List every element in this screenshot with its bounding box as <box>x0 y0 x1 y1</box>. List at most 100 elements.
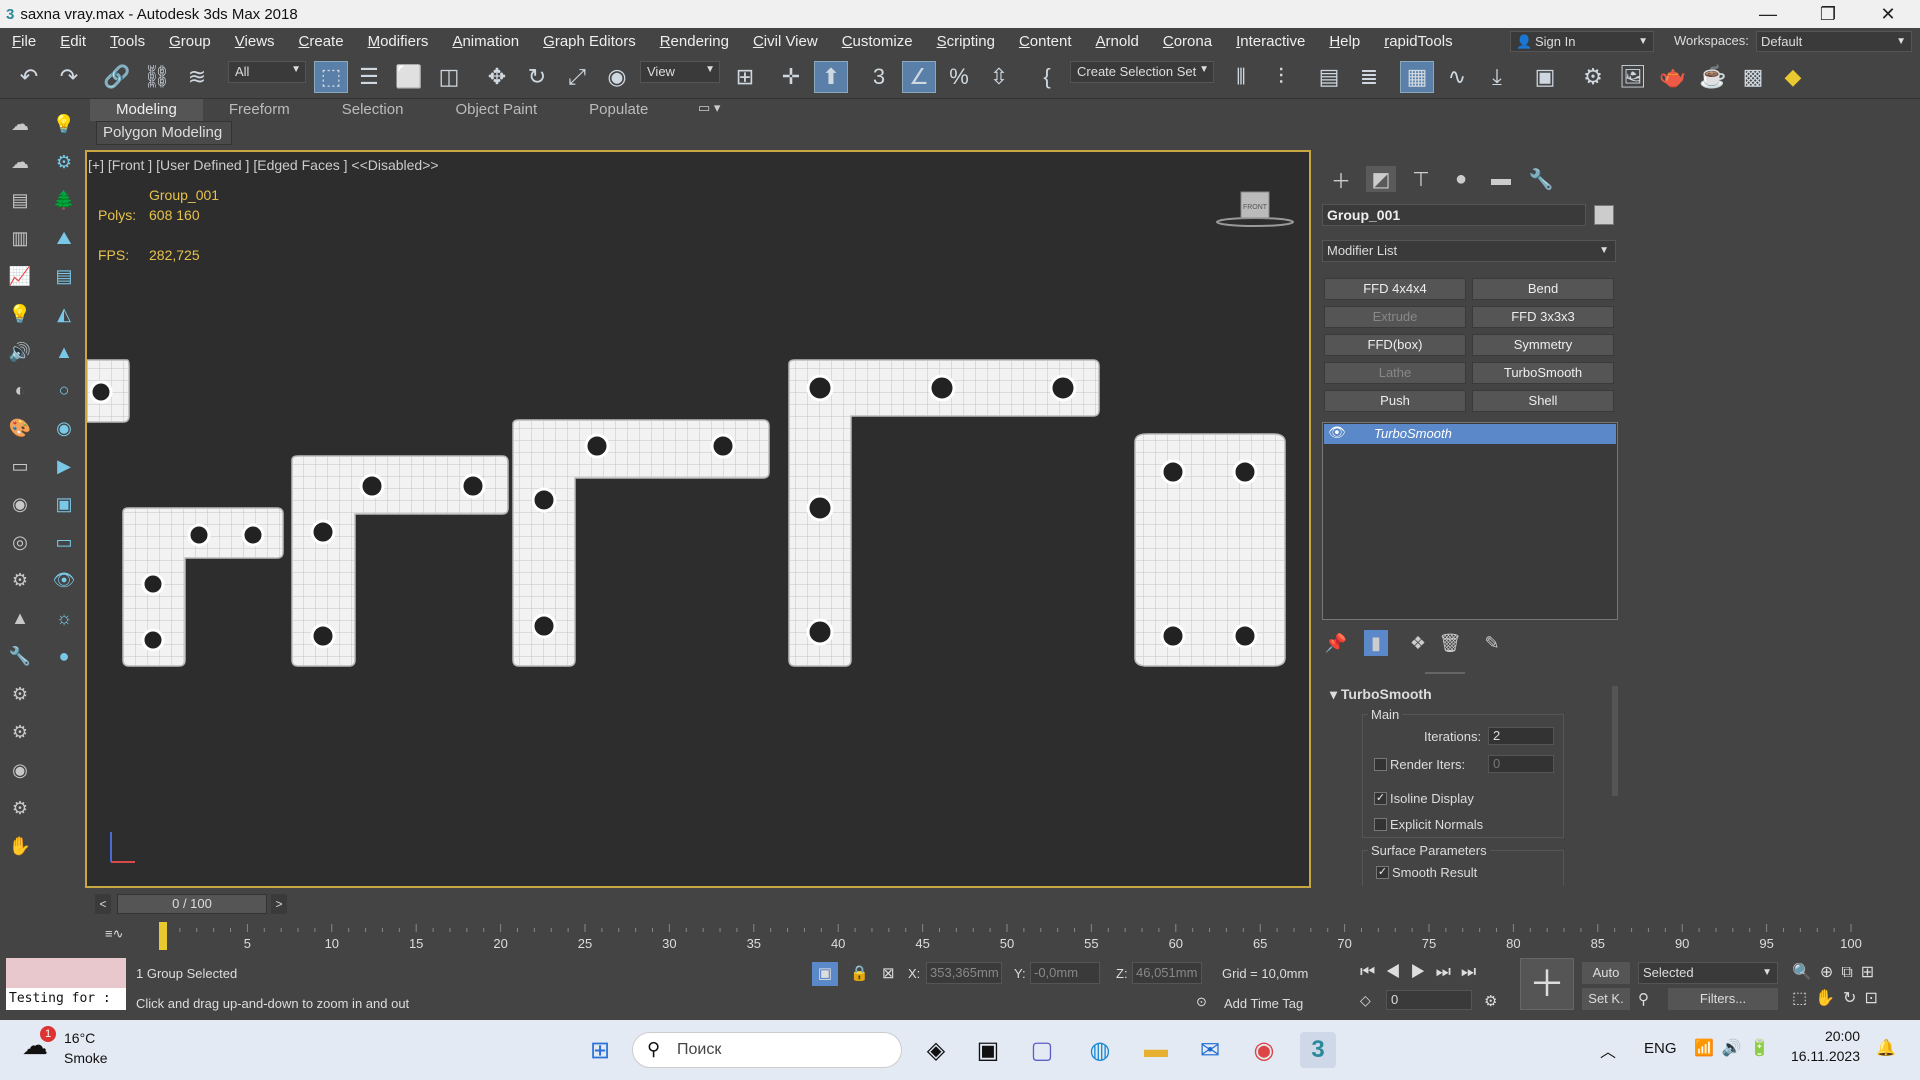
light-icon[interactable]: 💡 <box>50 110 78 138</box>
modifier-button-symmetry[interactable]: Symmetry <box>1472 334 1614 356</box>
unlink-icon[interactable]: ⛓ <box>140 61 174 93</box>
hand-icon[interactable]: ✋ <box>6 832 34 860</box>
prev-frame-button[interactable]: < <box>95 894 111 914</box>
set-key-mode-button[interactable]: Set K. <box>1582 988 1630 1010</box>
menu-interactive[interactable]: Interactive <box>1224 28 1317 55</box>
time-tag-icon[interactable]: ⊙ <box>1196 994 1207 1010</box>
time-config-icon[interactable]: ⚙ <box>1484 992 1497 1010</box>
panel-icon[interactable]: ▤ <box>6 186 34 214</box>
windows-start-icon[interactable]: ⊞ <box>582 1032 618 1068</box>
modifier-button-push[interactable]: Push <box>1324 390 1466 412</box>
object-name-field[interactable]: Group_001 <box>1322 204 1586 226</box>
render-iters-spinner[interactable]: 0 <box>1488 755 1554 773</box>
pyramid-icon[interactable]: ▲ <box>6 604 34 632</box>
gear-icon[interactable]: ⚙ <box>50 148 78 176</box>
isoline-display-checkbox[interactable]: ✓ <box>1374 792 1387 805</box>
viewport-label[interactable]: [+] [Front ] [User Defined ] [Edged Face… <box>88 157 439 173</box>
select-manipulate-icon[interactable]: ✛ <box>774 61 808 93</box>
motion-tab-icon[interactable]: ● <box>1446 166 1476 192</box>
select-by-name-icon[interactable]: ☰ <box>352 61 386 93</box>
maxscript-listener-pink[interactable] <box>6 958 126 988</box>
eye-icon[interactable]: 👁 <box>50 566 78 594</box>
target-icon[interactable]: ◎ <box>6 528 34 556</box>
render-active-icon[interactable]: ☕ <box>1696 61 1730 93</box>
absolute-mode-icon[interactable]: ⊠ <box>882 964 895 982</box>
menu-create[interactable]: Create <box>287 28 356 55</box>
viewcube[interactable]: FRONT <box>1216 191 1294 227</box>
modifier-button-ffd-3x3x3[interactable]: FFD 3x3x3 <box>1472 306 1614 328</box>
menu-help[interactable]: Help <box>1317 28 1372 55</box>
menu-modifiers[interactable]: Modifiers <box>356 28 441 55</box>
bulb-icon[interactable]: 💡 <box>6 300 34 328</box>
reference-coordinate-dropdown[interactable]: View ▼ <box>640 61 720 83</box>
sky-icon[interactable]: ☁ <box>6 148 34 176</box>
settings-icon[interactable]: ⚙ <box>6 794 34 822</box>
viewport-nav-icons-top[interactable]: 🔍⊕⧉⊞ <box>1792 962 1882 982</box>
list-icon[interactable]: ▥ <box>6 224 34 252</box>
menu-civil-view[interactable]: Civil View <box>741 28 830 55</box>
trackbar[interactable]: ≡∿ 0510152025303540455055606570758085909… <box>85 920 1920 954</box>
modifier-button-ffd-box-[interactable]: FFD(box) <box>1324 334 1466 356</box>
palette-icon[interactable]: 🎨 <box>6 414 34 442</box>
tray-chevron-icon[interactable]: ︿ <box>1600 1038 1616 1062</box>
frame-icon[interactable]: ▭ <box>50 528 78 556</box>
menu-group[interactable]: Group <box>157 28 223 55</box>
box-icon[interactable]: ▣ <box>50 490 78 518</box>
move-icon[interactable]: ✥ <box>480 61 514 93</box>
tray-icons[interactable]: 📶🔊🔋 <box>1694 1038 1778 1058</box>
table-icon[interactable]: ▤ <box>50 262 78 290</box>
arrow-icon[interactable]: ◭ <box>50 300 78 328</box>
named-selection-set-dropdown[interactable]: Create Selection Set ▼ <box>1070 61 1214 83</box>
explicit-normals-checkbox[interactable] <box>1374 818 1387 831</box>
menu-animation[interactable]: Animation <box>440 28 531 55</box>
auto-key-button[interactable]: Auto <box>1582 962 1630 984</box>
current-frame-field[interactable]: 0 <box>1386 990 1472 1010</box>
rendered-frame-window-icon[interactable]: 🖼 <box>1616 61 1650 93</box>
chrome-icon[interactable]: ◉ <box>1246 1032 1282 1068</box>
object-color-swatch[interactable] <box>1594 205 1614 225</box>
redo-icon[interactable]: ↷ <box>52 61 86 93</box>
time-slider[interactable]: < 0 / 100 > <box>85 892 1311 916</box>
configure-modifier-sets-icon[interactable]: ✎ <box>1480 630 1504 656</box>
key-filters-button[interactable]: Filters... <box>1668 988 1778 1010</box>
restore-button[interactable]: ❐ <box>1800 0 1856 28</box>
sun-icon[interactable]: ☼ <box>50 604 78 632</box>
mesh-icon[interactable]: ⚙ <box>6 680 34 708</box>
task-view-icon[interactable]: ▣ <box>970 1032 1006 1068</box>
key-filter-dropdown[interactable]: Selected ▼ <box>1638 962 1778 984</box>
scene-explorer-icon[interactable]: ▤ <box>1312 61 1346 93</box>
taskbar-search[interactable]: ⚲ Поиск <box>632 1032 902 1068</box>
modifier-list-dropdown[interactable]: Modifier List ▼ <box>1322 240 1616 262</box>
selection-filter-dropdown[interactable]: All ▼ <box>228 61 306 83</box>
layer-explorer-icon[interactable]: ≣ <box>1352 61 1386 93</box>
schematic-view-icon[interactable]: ⤓ <box>1480 61 1514 93</box>
mirror-icon[interactable]: ⫴ <box>1224 61 1258 93</box>
globe-icon[interactable]: ◉ <box>6 490 34 518</box>
iterations-spinner[interactable]: 2 <box>1488 727 1554 745</box>
angle-snap-icon[interactable]: ∠ <box>902 61 936 93</box>
hierarchy-tab-icon[interactable]: ⊤ <box>1406 166 1436 192</box>
half-circle-icon[interactable]: ◐ <box>6 376 34 404</box>
terrain-icon[interactable]: ⛰ <box>50 224 78 252</box>
selection-lock-icon[interactable]: 🔒 <box>850 964 869 982</box>
input-language[interactable]: ENG <box>1644 1040 1677 1057</box>
modifier-button-turbosmooth[interactable]: TurboSmooth <box>1472 362 1614 384</box>
plugin-icon[interactable]: ◆ <box>1776 61 1810 93</box>
mail-icon[interactable]: ✉ <box>1192 1032 1228 1068</box>
viewport-front[interactable]: FRONT <box>85 150 1311 888</box>
create-tab-icon[interactable]: ＋ <box>1326 166 1356 193</box>
cloud-icon[interactable]: ☁ <box>6 110 34 138</box>
rollout-scrollbar[interactable] <box>1612 686 1618 796</box>
y-coordinate-field[interactable]: -0,0mm <box>1030 962 1100 984</box>
screen-icon[interactable]: ▭ <box>6 452 34 480</box>
smooth-result-checkbox[interactable]: ✓ <box>1376 866 1389 879</box>
polygon-modeling-panel[interactable]: Polygon Modeling <box>96 121 232 145</box>
place-icon[interactable]: ◉ <box>600 61 634 93</box>
modifier-button-bend[interactable]: Bend <box>1472 278 1614 300</box>
modifier-button-shell[interactable]: Shell <box>1472 390 1614 412</box>
key-mode-icon[interactable]: ◇ <box>1360 992 1371 1009</box>
spinner-snap-icon[interactable]: ⇳ <box>982 61 1016 93</box>
percent-snap-icon[interactable]: % <box>942 61 976 93</box>
minimize-button[interactable]: — <box>1740 0 1796 28</box>
modify-tab-icon[interactable]: ◩ <box>1366 166 1396 192</box>
